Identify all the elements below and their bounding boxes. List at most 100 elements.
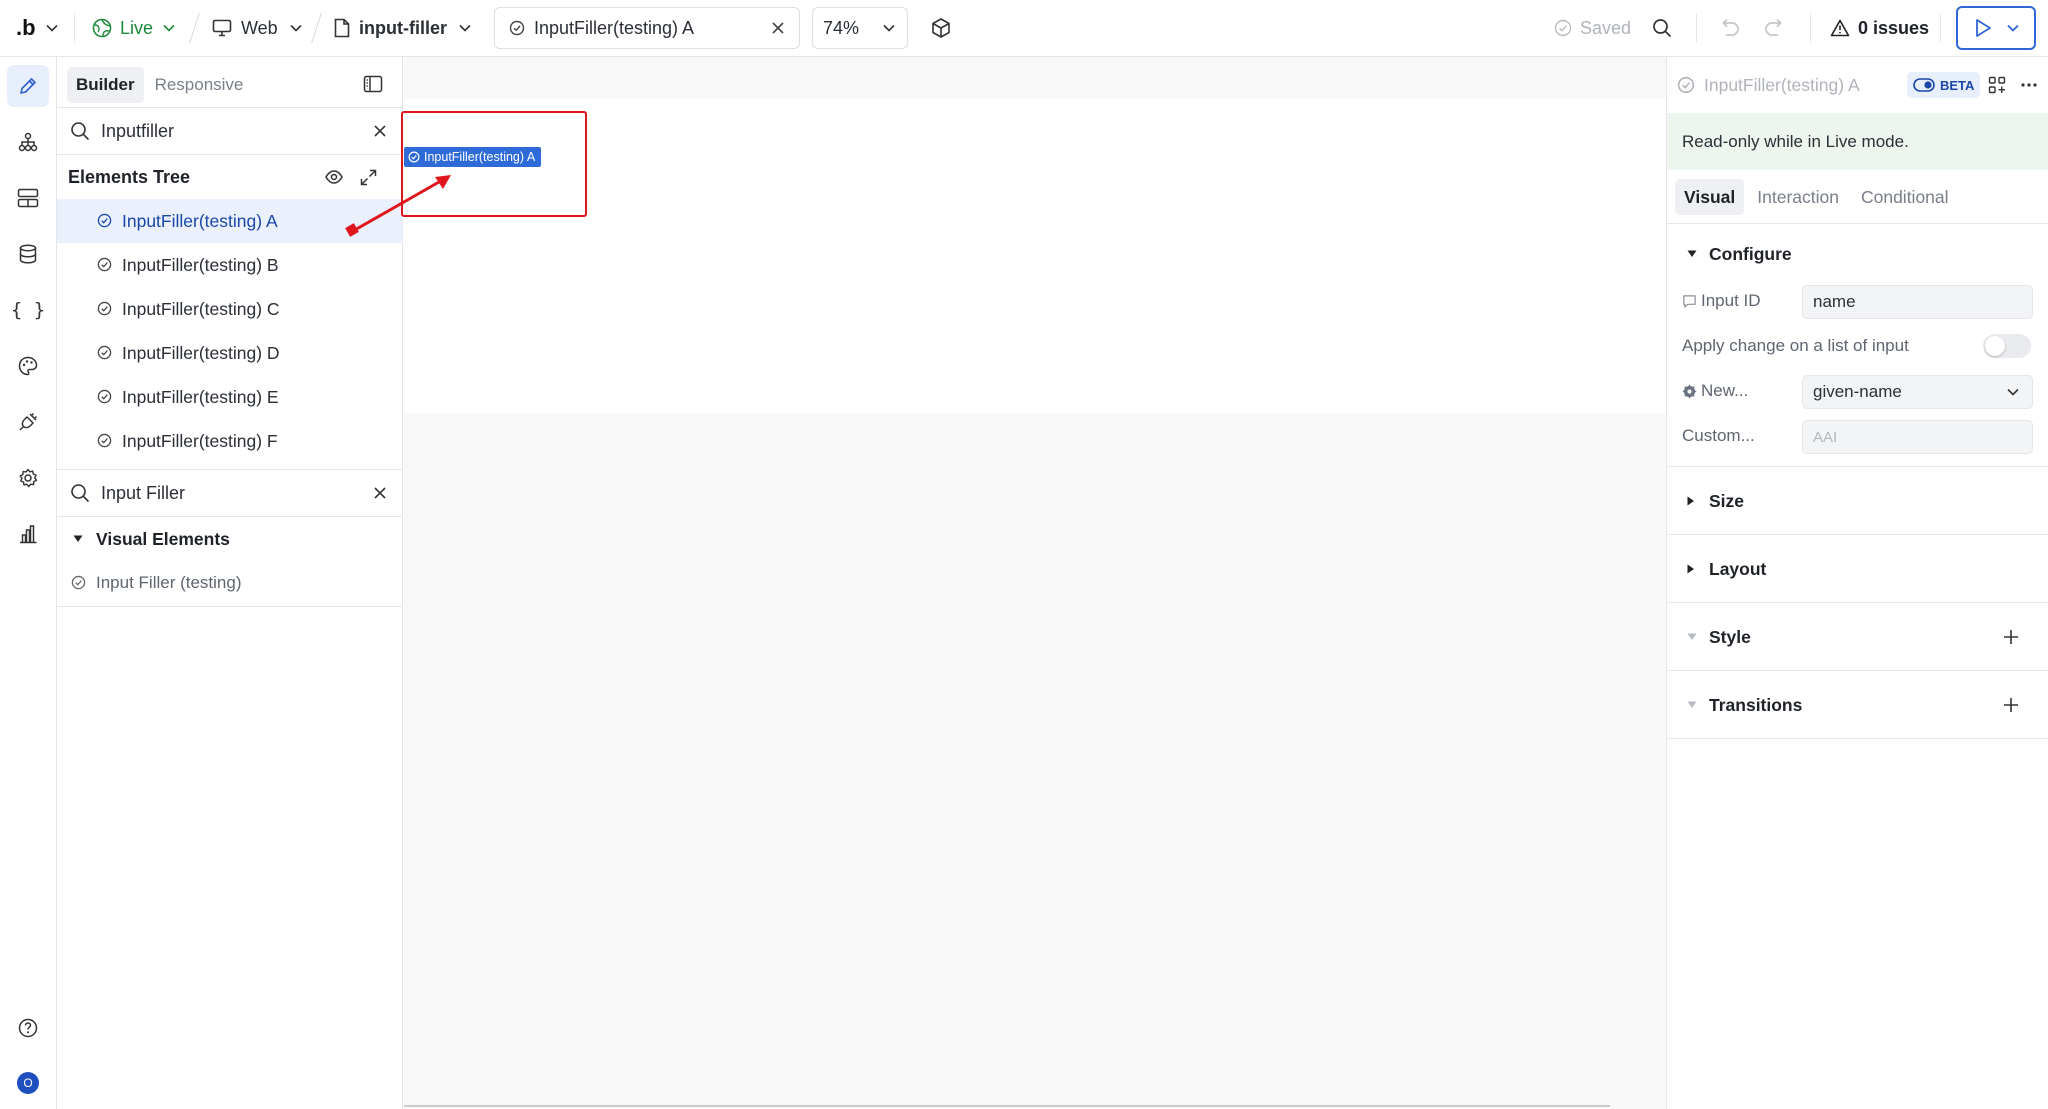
- section-title: Transitions: [1709, 694, 1803, 715]
- elements-tree-title: Elements Tree: [68, 166, 191, 187]
- search-icon: [70, 121, 90, 141]
- chevron-down-icon[interactable]: [2006, 24, 2019, 32]
- gear-icon: [18, 468, 38, 488]
- zoom-label: 74%: [823, 17, 860, 38]
- section-transitions[interactable]: Transitions: [1667, 690, 2048, 720]
- builder-tabs: Builder Responsive: [67, 67, 252, 103]
- annotation-arrow: [345, 175, 451, 237]
- rail-theme[interactable]: [7, 345, 49, 387]
- rail-analytics[interactable]: [7, 513, 49, 555]
- visual-elements-search-input[interactable]: Input Filler: [57, 471, 403, 515]
- search-button[interactable]: [1652, 0, 1672, 56]
- comment-icon: [1682, 294, 1697, 309]
- tab-interaction[interactable]: Interaction: [1748, 179, 1848, 215]
- rail-code[interactable]: { }: [7, 289, 49, 331]
- gear-badge-icon: [1682, 384, 1697, 399]
- bar-chart-icon: [18, 524, 38, 544]
- tab-builder[interactable]: Builder: [67, 67, 144, 103]
- check-circle-icon: [97, 301, 112, 321]
- cube-icon: [930, 17, 952, 39]
- autocomplete-select-value: given-name: [1813, 382, 1902, 401]
- tree-search-value: Inputfiller: [101, 120, 175, 141]
- undo-button[interactable]: [1718, 0, 1740, 56]
- autocomplete-select[interactable]: given-name: [1802, 375, 2033, 409]
- check-circle-icon: [509, 20, 525, 36]
- hierarchy-icon: [18, 132, 38, 152]
- section-configure[interactable]: Configure: [1667, 239, 2048, 269]
- tree-item[interactable]: InputFiller(testing) D: [57, 331, 403, 375]
- chevron-down-icon: [290, 24, 302, 32]
- rail-settings[interactable]: [7, 457, 49, 499]
- custom-field[interactable]: AAI: [1802, 420, 2033, 454]
- check-circle-icon: [1554, 19, 1572, 37]
- section-layout[interactable]: Layout: [1667, 554, 2048, 584]
- platform-selector[interactable]: Web: [212, 0, 302, 56]
- rail-plugins[interactable]: [7, 401, 49, 443]
- check-circle-icon: [97, 213, 112, 233]
- beta-badge[interactable]: BETA: [1907, 72, 1981, 98]
- section-style[interactable]: Style: [1667, 622, 2048, 652]
- section-title: Size: [1709, 490, 1745, 511]
- check-circle-icon: [97, 257, 112, 277]
- tab-responsive[interactable]: Responsive: [146, 67, 253, 103]
- visual-element-label: Input Filler (testing): [96, 573, 242, 592]
- tree-search-input[interactable]: Inputfiller: [57, 109, 403, 153]
- tree-item[interactable]: InputFiller(testing) B: [57, 243, 403, 287]
- section-size[interactable]: Size: [1667, 486, 2048, 516]
- new-label: New...: [1701, 381, 1749, 400]
- file-icon: [334, 18, 350, 38]
- issues-button[interactable]: 0 issues: [1830, 0, 1929, 56]
- input-id-label: Input ID: [1701, 291, 1761, 310]
- tree-item[interactable]: InputFiller(testing) E: [57, 375, 403, 419]
- tab-conditional[interactable]: Conditional: [1852, 179, 1958, 215]
- horizontal-scrollbar[interactable]: [404, 1105, 1610, 1107]
- redo-icon: [1764, 18, 1786, 38]
- close-icon[interactable]: [771, 21, 785, 35]
- check-circle-icon: [97, 345, 112, 365]
- plug-icon: [18, 412, 38, 432]
- tree-item[interactable]: InputFiller(testing) C: [57, 287, 403, 331]
- check-circle-icon: [71, 575, 86, 595]
- preview-run-button[interactable]: [1956, 6, 2036, 50]
- page-frame[interactable]: [404, 99, 1666, 413]
- rail-element-tree[interactable]: [7, 121, 49, 163]
- visual-elements-header[interactable]: Visual Elements: [57, 517, 403, 561]
- caret-down-icon: [1687, 701, 1697, 709]
- zoom-selector[interactable]: 74%: [812, 7, 908, 49]
- clear-search-icon[interactable]: [373, 486, 387, 500]
- input-id-field[interactable]: name: [1802, 285, 2033, 319]
- live-mode-notice: Read-only while in Live mode.: [1667, 113, 2048, 170]
- redo-button[interactable]: [1764, 0, 1786, 56]
- apply-change-toggle[interactable]: [1983, 334, 2031, 358]
- section-title: Configure: [1709, 243, 1792, 264]
- apply-change-label: Apply change on a list of input: [1682, 336, 1909, 355]
- sidebar-toggle-icon[interactable]: [363, 75, 383, 93]
- tree-item-label: InputFiller(testing) F: [122, 430, 278, 451]
- design-canvas[interactable]: [404, 57, 1666, 1109]
- visual-element-item[interactable]: Input Filler (testing): [57, 561, 403, 605]
- tree-item[interactable]: InputFiller(testing) F: [57, 419, 403, 463]
- live-mode-selector[interactable]: Live: [92, 0, 175, 56]
- selected-element-tab[interactable]: InputFiller(testing) A: [494, 7, 800, 49]
- more-options-icon[interactable]: [2021, 83, 2037, 87]
- rail-help[interactable]: [7, 1007, 49, 1049]
- clear-search-icon[interactable]: [373, 124, 387, 138]
- rail-builder[interactable]: [7, 65, 49, 107]
- issues-label: 0 issues: [1858, 17, 1930, 38]
- chevron-down-icon: [2007, 388, 2019, 396]
- live-label: Live: [120, 17, 154, 38]
- rail-layouts[interactable]: [7, 177, 49, 219]
- page-selector[interactable]: input-filler: [334, 0, 471, 56]
- saved-label: Saved: [1580, 17, 1632, 38]
- rail-database[interactable]: [7, 233, 49, 275]
- custom-label: Custom...: [1682, 426, 1755, 445]
- components-icon[interactable]: [1988, 76, 2006, 94]
- components-button[interactable]: [930, 0, 952, 56]
- rail-profile[interactable]: O: [7, 1062, 49, 1104]
- logo-menu[interactable]: .b: [16, 0, 58, 56]
- add-style-icon[interactable]: [2003, 629, 2019, 645]
- element-tab-label: InputFiller(testing) A: [534, 17, 695, 38]
- tab-visual[interactable]: Visual: [1675, 179, 1745, 215]
- add-transition-icon[interactable]: [2003, 697, 2019, 713]
- toggle-icon: [1913, 78, 1935, 92]
